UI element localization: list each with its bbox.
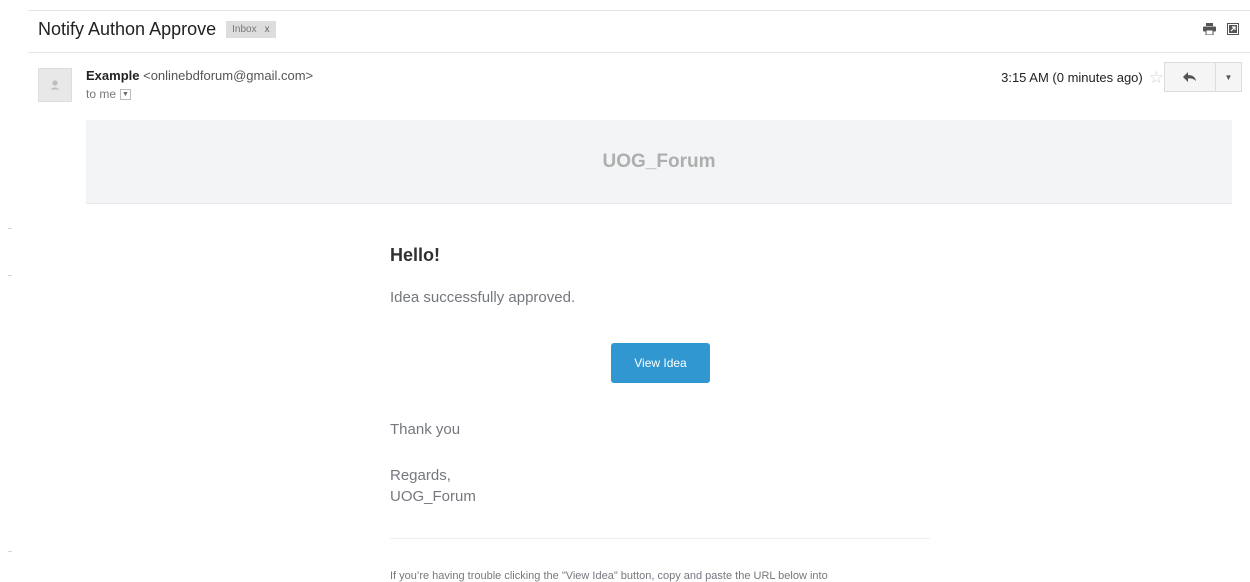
print-icon[interactable] xyxy=(1202,22,1216,36)
recipient-line: to me ▼ xyxy=(86,87,132,101)
inbox-label-chip[interactable]: Inbox x xyxy=(226,21,276,38)
subject-divider xyxy=(28,52,1250,53)
star-icon[interactable]: ☆ xyxy=(1149,69,1164,86)
email-intro: Idea successfully approved. xyxy=(390,289,576,306)
email-brand[interactable]: UOG_Forum xyxy=(603,151,716,173)
sender-email: <onlinebdforum@gmail.com> xyxy=(143,68,314,83)
thread-header: Notify Authon Approve Inbox x xyxy=(38,19,276,40)
new-window-icon[interactable] xyxy=(1226,22,1240,36)
view-idea-button[interactable]: View Idea xyxy=(611,343,710,383)
email-greeting: Hello! xyxy=(390,245,441,265)
label-name: Inbox xyxy=(232,24,257,35)
message-time: 3:15 AM (0 minutes ago) xyxy=(1001,70,1143,85)
person-icon xyxy=(50,80,60,90)
subcopy-text: If you’re having trouble clicking the "V… xyxy=(390,570,828,582)
subcopy-divider xyxy=(390,538,930,539)
recipient-text: to me xyxy=(86,87,117,101)
action-wrapper: View Idea xyxy=(611,343,710,383)
email-header-banner: UOG_Forum xyxy=(86,120,1232,204)
signature-text: UOG_Forum xyxy=(390,488,476,505)
thread-subject: Notify Authon Approve xyxy=(38,19,217,39)
email-thanks: Thank you xyxy=(390,421,461,438)
sender-line: Example <onlinebdforum@gmail.com> xyxy=(86,68,313,83)
reply-icon xyxy=(1183,72,1196,82)
margin-tick xyxy=(8,551,12,552)
email-regards: Regards, UOG_Forum xyxy=(390,465,476,507)
remove-label-button[interactable]: x xyxy=(265,24,270,35)
message-meta: 3:15 AM (0 minutes ago) ☆ xyxy=(1001,69,1164,86)
margin-tick xyxy=(8,228,12,229)
top-divider xyxy=(28,10,1250,11)
reply-button[interactable] xyxy=(1164,62,1216,92)
margin-tick xyxy=(8,275,12,276)
reply-group: ▼ xyxy=(1164,62,1242,92)
show-details-button[interactable]: ▼ xyxy=(120,88,132,100)
thread-actions xyxy=(1202,22,1240,36)
sender-name[interactable]: Example xyxy=(86,68,139,83)
sender-avatar[interactable] xyxy=(38,68,72,102)
regards-text: Regards, xyxy=(390,467,451,484)
more-options-button[interactable]: ▼ xyxy=(1216,62,1242,92)
chevron-down-icon: ▼ xyxy=(1224,72,1233,82)
